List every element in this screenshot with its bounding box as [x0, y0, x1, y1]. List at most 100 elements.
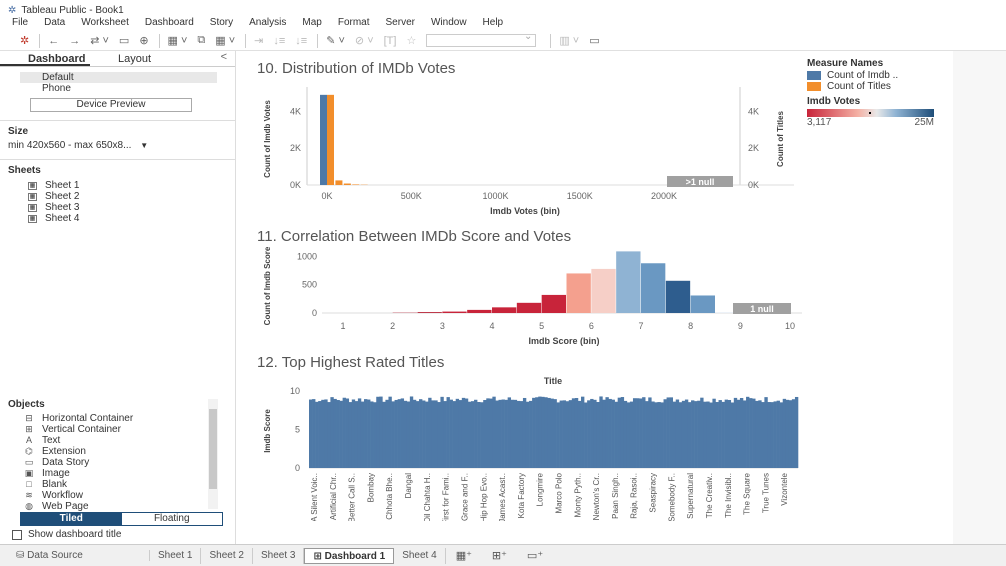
device-phone[interactable]: Phone: [20, 83, 217, 94]
menu-help[interactable]: Help: [483, 17, 504, 31]
title-bar: [376, 396, 380, 468]
histogram-bar: [417, 312, 442, 313]
objects-heading: Objects: [8, 399, 45, 410]
title-bar: [327, 402, 331, 468]
tab-layout[interactable]: Layout: [90, 51, 180, 66]
legend-item[interactable]: Count of Titles: [807, 81, 934, 92]
label-icon[interactable]: [T]: [384, 35, 397, 47]
histogram-bar: [690, 295, 715, 313]
histogram-bar: [541, 294, 566, 313]
show-me-icon[interactable]: ▥ ˅: [559, 34, 579, 47]
menu-story[interactable]: Story: [210, 17, 233, 31]
object-item[interactable]: ⊟ Horizontal Container: [0, 413, 236, 424]
object-item[interactable]: A Text: [0, 435, 236, 446]
show-title-checkbox[interactable]: [12, 529, 22, 540]
object-item[interactable]: ▭ Data Story: [0, 457, 236, 468]
device-default[interactable]: Default: [20, 72, 217, 83]
presentation-icon[interactable]: ▭: [589, 34, 599, 47]
redo-icon[interactable]: →: [69, 35, 80, 47]
add-datasource-icon[interactable]: ⊕: [139, 34, 148, 47]
tab-sheet-3[interactable]: Sheet 3: [253, 547, 305, 564]
title-bar: [568, 400, 573, 468]
color-gradient-legend[interactable]: [807, 109, 934, 117]
menu-map[interactable]: Map: [302, 17, 321, 31]
tab-dashboard[interactable]: Dashboard: [0, 51, 90, 66]
legend-item[interactable]: Count of Imdb ..: [807, 70, 934, 81]
tab-sheet-2[interactable]: Sheet 2: [201, 547, 253, 564]
title-bar: [791, 399, 796, 468]
title-bar: [657, 402, 661, 468]
menu-data[interactable]: Data: [44, 17, 65, 31]
title-bar: [333, 398, 337, 468]
new-story-tab-icon[interactable]: ▭⁺: [517, 549, 553, 562]
title-bar: [379, 396, 383, 468]
legend-label: Count of Titles: [827, 81, 891, 92]
tab-dashboard-1[interactable]: ⊞ Dashboard 1: [304, 547, 395, 564]
menu-file[interactable]: File: [12, 17, 28, 31]
tab-data-source[interactable]: ⛁ Data Source: [0, 550, 150, 561]
menu-dashboard[interactable]: Dashboard: [145, 17, 194, 31]
collapse-panel-button[interactable]: <: [221, 51, 227, 66]
x-category-label: Vizontele: [780, 472, 789, 505]
y-tick-label-right: 0K: [748, 180, 759, 190]
menu-format[interactable]: Format: [338, 17, 370, 31]
object-item[interactable]: ⊞ Vertical Container: [0, 424, 236, 435]
show-title-option[interactable]: Show dashboard title: [12, 529, 121, 540]
toolbar-separator: [39, 33, 41, 48]
title-bar: [718, 400, 722, 468]
group-icon[interactable]: ⊘ ˅: [355, 34, 374, 47]
new-worksheet-icon[interactable]: ▦ ˅: [168, 34, 188, 47]
sheet-item[interactable]: ▦ Sheet 3: [0, 202, 235, 213]
tableau-logo-icon[interactable]: ✲: [20, 34, 29, 47]
object-item[interactable]: ⌬ Extension: [0, 446, 236, 457]
legend-panel: Measure Names Count of Imdb .. Count of …: [807, 58, 934, 128]
save-icon[interactable]: ▭: [119, 34, 129, 47]
menu-analysis[interactable]: Analysis: [249, 17, 286, 31]
size-dropdown[interactable]: min 420x560 - max 650x8... ▼: [0, 140, 235, 151]
object-label: Blank: [42, 479, 68, 490]
tiled-button[interactable]: Tiled: [21, 513, 122, 525]
sheet-item[interactable]: ▦ Sheet 4: [0, 213, 235, 224]
fit-dropdown[interactable]: [426, 31, 537, 47]
sort-descending-icon[interactable]: ↓≡: [295, 35, 307, 47]
object-item[interactable]: ▣ Image: [0, 468, 236, 479]
menu-worksheet[interactable]: Worksheet: [81, 17, 129, 31]
swap-rows-icon[interactable]: ⇥: [254, 34, 263, 47]
undo-icon[interactable]: ←: [48, 35, 59, 47]
histogram-bar: [566, 273, 591, 313]
blank-icon: □: [26, 479, 32, 489]
tab-sheet-1[interactable]: Sheet 1: [150, 547, 202, 564]
scrollbar-thumb[interactable]: [209, 409, 217, 489]
title-bar: [642, 397, 646, 468]
object-item[interactable]: □ Blank: [0, 479, 236, 490]
floating-button[interactable]: Floating: [122, 513, 223, 525]
objects-scrollbar[interactable]: [208, 399, 218, 509]
title-bar: [373, 402, 377, 468]
title-bar: [587, 400, 591, 468]
clear-sheet-icon[interactable]: ▦ ˅: [215, 34, 235, 47]
new-dashboard-tab-icon[interactable]: ⊞⁺: [482, 549, 517, 562]
highlight-icon[interactable]: ✎ ˅: [326, 34, 345, 47]
title-bar: [409, 396, 414, 468]
duplicate-sheet-icon[interactable]: ⧉: [197, 34, 205, 47]
object-item[interactable]: ◍ Web Page: [0, 501, 236, 512]
title-bar: [715, 402, 719, 468]
y-tick-label: 0: [312, 308, 317, 318]
swap-icon[interactable]: ⇄ ˅: [90, 34, 109, 47]
title-bar: [629, 401, 634, 468]
title-bar: [315, 401, 319, 468]
menu-window[interactable]: Window: [431, 17, 467, 31]
x-category-label: Supernatural: [686, 473, 695, 519]
sheet-item[interactable]: ▦ Sheet 2: [0, 191, 235, 202]
sort-ascending-icon[interactable]: ↓≡: [273, 35, 285, 47]
pin-icon[interactable]: ☆: [406, 34, 416, 47]
object-item[interactable]: ≋ Workflow: [0, 490, 236, 501]
sheet-item[interactable]: ▦ Sheet 1: [0, 180, 235, 191]
menu-server[interactable]: Server: [386, 17, 415, 31]
tab-sheet-4[interactable]: Sheet 4: [394, 547, 446, 564]
x-category-label: True Tunes: [761, 473, 770, 513]
device-preview-button[interactable]: Device Preview: [30, 98, 192, 112]
worksheet-icon: ▦: [28, 181, 37, 190]
new-worksheet-tab-icon[interactable]: ▦⁺: [446, 549, 482, 562]
bottom-tab-bar: ⛁ Data Source Sheet 1 Sheet 2 Sheet 3 ⊞ …: [0, 544, 1006, 566]
